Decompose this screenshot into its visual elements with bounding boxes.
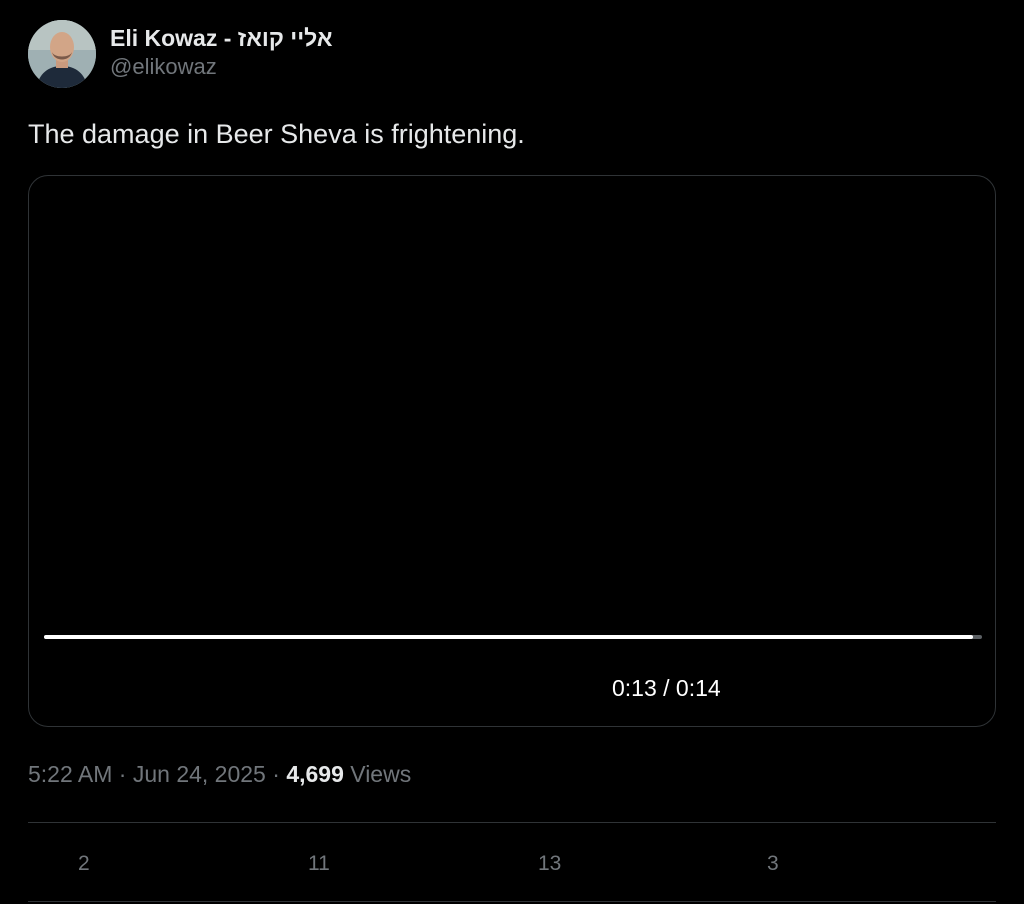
tweet-meta: 5:22 AM · Jun 24, 2025 · 4,699 Views: [28, 758, 411, 790]
meta-separator: ·: [272, 761, 280, 787]
tweet-text: The damage in Beer Sheva is frightening.: [28, 119, 525, 149]
divider: [28, 822, 996, 823]
display-name[interactable]: Eli Kowaz - אליי קואז: [110, 24, 333, 52]
bookmark-count[interactable]: 3: [767, 848, 779, 880]
action-bar: 2 11 13 3: [0, 848, 1024, 880]
views-count: 4,699: [286, 761, 344, 787]
tweet: Eli Kowaz - אליי קואז @elikowaz The dama…: [0, 0, 1024, 904]
meta-separator: ·: [118, 761, 127, 787]
video-timecode: 0:13 / 0:14: [612, 675, 721, 701]
repost-count[interactable]: 11: [308, 848, 330, 880]
tweet-time[interactable]: 5:22 AM: [28, 761, 112, 787]
video-progress-fill: [44, 635, 973, 639]
author-header: Eli Kowaz - אליי קואז @elikowaz: [28, 20, 333, 90]
avatar[interactable]: [28, 20, 96, 88]
bottom-divider: [28, 901, 996, 902]
video-progress-bar[interactable]: [44, 635, 982, 639]
views-label: Views: [350, 761, 412, 787]
video-player[interactable]: 0:13 / 0:14: [28, 175, 996, 727]
like-count[interactable]: 13: [538, 848, 561, 880]
reply-count[interactable]: 2: [78, 848, 90, 880]
avatar-image: [28, 20, 96, 88]
tweet-date[interactable]: Jun 24, 2025: [133, 761, 266, 787]
handle[interactable]: @elikowaz: [110, 52, 333, 82]
author-text: Eli Kowaz - אליי קואז @elikowaz: [110, 24, 333, 82]
